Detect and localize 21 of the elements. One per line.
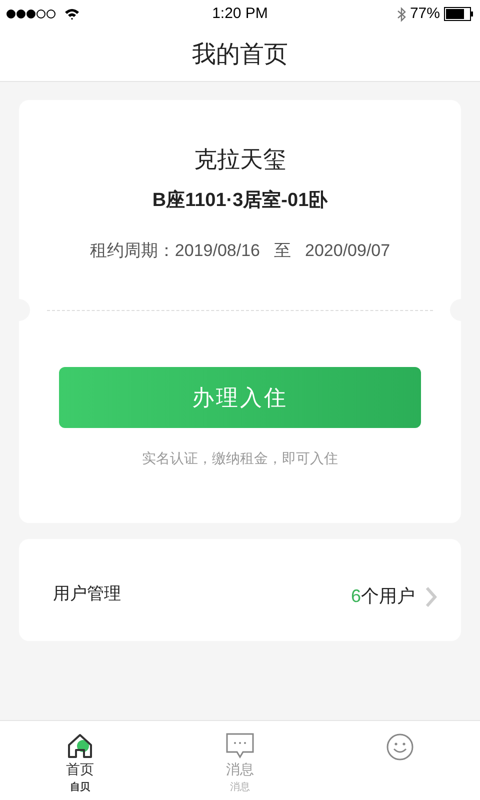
signal-icon — [6, 9, 58, 19]
battery-icon — [444, 7, 474, 21]
chevron-right-icon — [425, 586, 437, 608]
to-label: 至 — [274, 242, 291, 259]
bluetooth-icon — [396, 6, 406, 22]
user-management-row[interactable]: 用户管理 6个用户 — [19, 539, 461, 641]
room-info: B座1101·3居室-01卧 — [152, 191, 328, 210]
property-name: 克拉天玺 — [194, 148, 286, 171]
tab[interactable]: 首页 自贝 — [0, 721, 160, 800]
smiley-icon — [386, 733, 414, 761]
page-title: 我的首页 — [192, 40, 288, 70]
row-label: 用户管理 — [53, 583, 121, 605]
lease-period: 租约周期：2019/08/16 — [90, 242, 260, 259]
lease-end: 2020/09/07 — [305, 242, 390, 259]
chat-bubble-icon — [226, 733, 254, 759]
battery-percent: 77% — [410, 4, 440, 24]
status-time: 1:20 PM — [212, 4, 268, 24]
house-icon — [66, 733, 94, 759]
user-count: 6个用户 — [350, 585, 415, 608]
wifi-icon — [64, 8, 80, 20]
check-in-hint: 实名认证，缴纳租金，即可入住 — [142, 449, 338, 468]
